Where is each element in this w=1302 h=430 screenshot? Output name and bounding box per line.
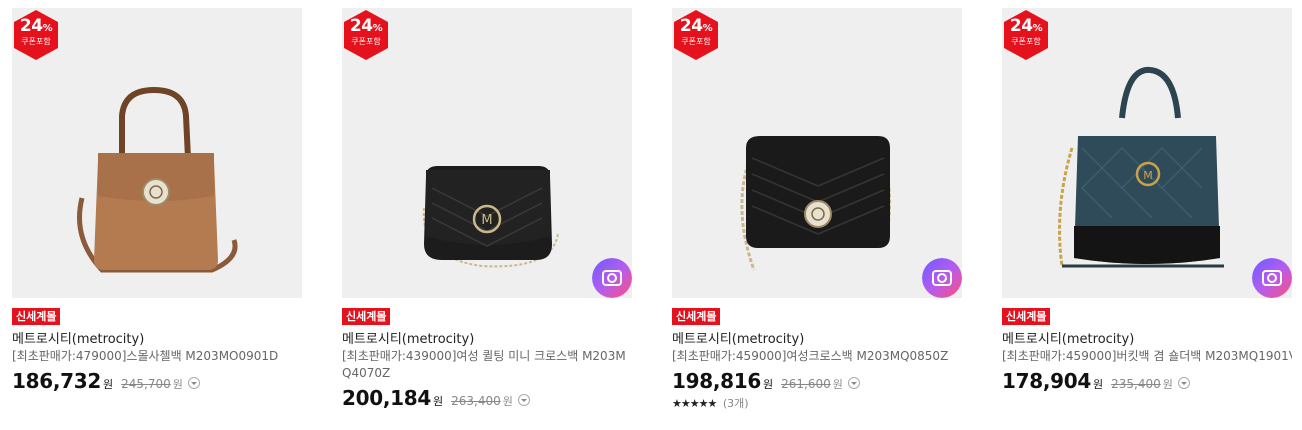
coupon-label: 쿠폰포함 (1011, 37, 1041, 46)
sale-price: 198,816 (672, 369, 761, 393)
brand-name[interactable]: 메트로시티(metrocity) (1002, 331, 1292, 348)
product-card[interactable]: 24% 쿠폰포함 신세계몰 메트로시티(metrocity) [최초판매가:47… (12, 8, 302, 393)
store-tag: 신세계몰 (672, 308, 721, 325)
brand-name[interactable]: 메트로시티(metrocity) (672, 331, 962, 348)
coupon-label: 쿠폰포함 (351, 37, 381, 46)
discount-percent: 24 (19, 16, 43, 36)
product-card[interactable]: 24% 쿠폰포함 신세계몰 메트로시티(metrocity) [최초판매가:45… (672, 8, 962, 411)
discount-percent: 24 (679, 16, 703, 36)
price-row: 198,816 원 261,600 원 (672, 369, 962, 393)
camera-icon[interactable] (1252, 258, 1292, 298)
sale-price: 186,732 (12, 369, 101, 393)
discount-percent: 24 (1009, 16, 1033, 36)
product-image[interactable]: 24% 쿠폰포함 (12, 8, 302, 298)
review-count: (3개) (722, 397, 749, 410)
discount-badge: 24% 쿠폰포함 (14, 10, 58, 60)
original-price: 235,400 (1111, 377, 1161, 391)
product-card[interactable]: M 24% 쿠폰포함 신세계몰 메트로시티(metrocity) [최초판매가:… (342, 8, 632, 410)
camera-icon[interactable] (922, 258, 962, 298)
product-name[interactable]: [최초판매가:459000]버킷백 겸 숄더백 M203MQ1901V (1002, 348, 1292, 365)
discount-percent: 24 (349, 16, 373, 36)
discount-badge: 24% 쿠폰포함 (674, 10, 718, 60)
product-image[interactable]: M 24% 쿠폰포함 (1002, 8, 1292, 298)
price-info-icon[interactable] (1177, 377, 1190, 389)
original-price: 245,700 (121, 377, 171, 391)
svg-text:M: M (1143, 169, 1153, 182)
brand-name[interactable]: 메트로시티(metrocity) (12, 331, 302, 348)
discount-badge: 24% 쿠폰포함 (1004, 10, 1048, 60)
price-info-icon[interactable] (847, 377, 860, 389)
product-image[interactable]: 24% 쿠폰포함 (672, 8, 962, 298)
coupon-label: 쿠폰포함 (21, 37, 51, 46)
product-name[interactable]: [최초판매가:459000]여성크로스백 M203MQ0850Z (672, 348, 962, 365)
original-price: 263,400 (451, 394, 501, 408)
store-tag: 신세계몰 (12, 308, 61, 325)
coupon-label: 쿠폰포함 (681, 37, 711, 46)
product-name[interactable]: [최초판매가:479000]스몰사첼백 M203MO0901D (12, 348, 302, 365)
price-row: 178,904 원 235,400 원 (1002, 369, 1292, 393)
svg-text:M: M (481, 213, 492, 228)
price-row: 200,184 원 263,400 원 (342, 386, 632, 410)
rating-stars: ★★★★★ (672, 397, 717, 410)
store-tag: 신세계몰 (1002, 308, 1051, 325)
sale-price: 200,184 (342, 386, 431, 410)
sale-price: 178,904 (1002, 369, 1091, 393)
price-row: 186,732 원 245,700 원 (12, 369, 302, 393)
camera-icon[interactable] (592, 258, 632, 298)
price-info-icon[interactable] (517, 394, 530, 406)
brand-name[interactable]: 메트로시티(metrocity) (342, 331, 632, 348)
price-info-icon[interactable] (187, 377, 200, 389)
original-price: 261,600 (781, 377, 831, 391)
product-image[interactable]: M 24% 쿠폰포함 (342, 8, 632, 298)
store-tag: 신세계몰 (342, 308, 391, 325)
discount-badge: 24% 쿠폰포함 (344, 10, 388, 60)
product-name[interactable]: [최초판매가:439000]여성 퀼팅 미니 크로스백 M203MQ4070Z (342, 348, 632, 382)
rating[interactable]: ★★★★★ (3개) (672, 395, 962, 411)
product-card[interactable]: M 24% 쿠폰포함 신세계몰 메트로시티(metrocity) [최초판매가:… (1002, 8, 1292, 393)
